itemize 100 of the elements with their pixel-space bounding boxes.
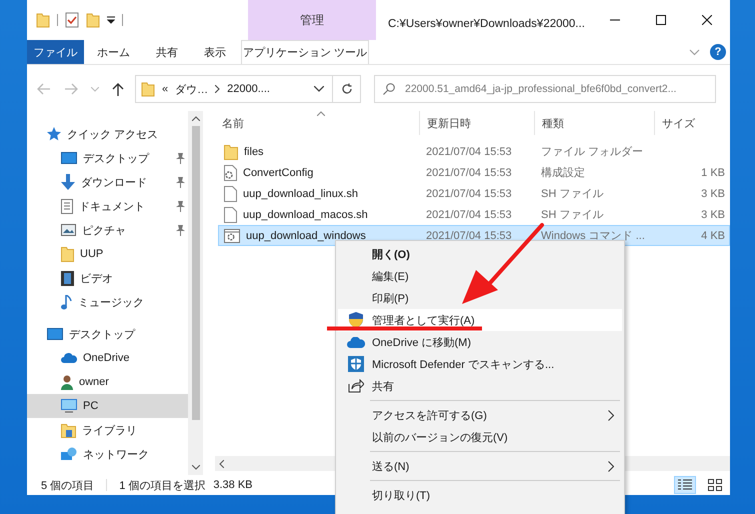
minimize-icon — [610, 19, 620, 21]
scroll-left-icon[interactable] — [219, 460, 224, 468]
chevron-down-icon[interactable] — [314, 86, 324, 92]
sidebar-item[interactable]: ミュージック — [27, 290, 188, 314]
sidebar-item[interactable]: UUP — [27, 242, 188, 266]
close-icon — [702, 15, 712, 25]
context-tab-group: 管理 — [248, 0, 376, 40]
file-name: ConvertConfig — [243, 166, 314, 178]
scroll-down-icon[interactable] — [192, 465, 200, 470]
file-name: files — [244, 146, 264, 158]
sidebar-item[interactable]: ダウンロード — [27, 170, 188, 194]
folder-icon — [224, 144, 238, 160]
file-date: 2021/07/04 15:53 — [425, 166, 513, 178]
menu-item[interactable]: 開く(O) — [338, 243, 622, 265]
sidebar-label: デスクトップ — [83, 152, 149, 166]
sidebar-item[interactable]: ビデオ — [27, 266, 188, 290]
column-header[interactable]: 名前 — [215, 111, 420, 135]
sidebar-label: OneDrive — [83, 352, 130, 364]
properties-icon[interactable] — [65, 12, 79, 28]
file-date: 2021/07/04 15:53 — [425, 146, 513, 158]
scroll-thumb[interactable] — [192, 126, 200, 420]
menu-item[interactable]: OneDrive に移動(M) — [338, 331, 622, 353]
details-view-icon — [678, 479, 692, 491]
sidebar-item[interactable]: PC — [27, 394, 188, 418]
sidebar-item[interactable]: ピクチャ — [27, 218, 188, 242]
monitor-icon — [61, 399, 77, 413]
film-icon — [61, 270, 74, 286]
file-size: 1 KB — [700, 166, 726, 178]
breadcrumb[interactable]: 22000.... — [227, 83, 270, 95]
gear-file-icon — [224, 164, 237, 180]
menu-item[interactable]: アクセスを許可する(G) — [338, 404, 622, 426]
ribbon-tab[interactable]: 共有 — [143, 40, 191, 64]
ribbon-tab[interactable]: 表示 — [191, 40, 239, 64]
library-icon — [61, 422, 76, 438]
overflow-crumb[interactable]: « — [162, 83, 168, 95]
menu-item[interactable]: 以前のバージョンの復元(V) — [338, 426, 622, 448]
ribbon-tab[interactable]: アプリケーション ツール — [241, 40, 369, 64]
file-date: 2021/07/04 15:53 — [425, 188, 513, 200]
file-name: uup_download_windows — [246, 230, 366, 242]
desktop-icon — [47, 328, 63, 340]
cloud-icon — [347, 336, 365, 348]
ribbon-tab[interactable]: ファイル — [27, 40, 84, 64]
up-arrow-icon[interactable] — [112, 82, 124, 96]
sidebar-item[interactable]: デスクトップ — [27, 146, 188, 170]
share-icon — [348, 379, 364, 393]
scroll-up-icon[interactable] — [192, 116, 200, 121]
menu-item[interactable]: 管理者として実行(A) — [338, 309, 622, 331]
file-type: ファイル フォルダー — [540, 145, 644, 159]
file-type: 構成設定 — [540, 166, 586, 180]
sidebar-item[interactable]: ネットワーク — [27, 442, 188, 466]
file-row[interactable]: uup_download_linux.sh 2021/07/04 15:53 SH ファイル 3 KB — [218, 183, 730, 204]
desktop-icon — [61, 152, 77, 164]
music-note-icon — [61, 294, 72, 310]
network-icon — [61, 447, 77, 461]
sidebar-label: クイック アクセス — [67, 128, 158, 142]
file-size: 3 KB — [700, 188, 726, 200]
file-row[interactable]: ConvertConfig 2021/07/04 15:53 構成設定 1 KB — [218, 162, 730, 183]
help-button[interactable]: ? — [710, 44, 726, 60]
picture-icon — [61, 224, 76, 236]
chevron-right-icon[interactable] — [215, 85, 220, 93]
file-size: 4 KB — [700, 230, 726, 242]
file-icon — [224, 186, 237, 202]
maximize-icon — [656, 15, 666, 25]
item-count: 5 個の項目 — [41, 478, 94, 492]
dropdown-icon[interactable] — [107, 16, 115, 24]
menu-item[interactable]: 編集(E) — [338, 265, 622, 287]
sidebar-label: owner — [79, 376, 109, 388]
scrollbar[interactable] — [188, 111, 203, 475]
sidebar-item[interactable]: OneDrive — [27, 346, 188, 370]
sidebar-item[interactable]: owner — [27, 370, 188, 394]
sidebar-item[interactable]: クイック アクセス — [27, 122, 188, 146]
column-header[interactable]: サイズ — [655, 111, 728, 135]
sidebar-item[interactable]: ライブラリ — [27, 418, 188, 442]
star-icon — [47, 127, 61, 141]
address-bar[interactable]: « ダウ… 22000.... — [135, 75, 333, 103]
menu-item[interactable]: 送る(N) — [338, 455, 622, 477]
user-icon — [61, 374, 73, 390]
file-size: 3 KB — [700, 208, 726, 220]
sidebar-item[interactable]: デスクトップ — [27, 322, 188, 346]
sidebar-item[interactable]: ドキュメント — [27, 194, 188, 218]
file-row[interactable]: files 2021/07/04 15:53 ファイル フォルダー — [218, 141, 730, 162]
refresh-button[interactable] — [333, 75, 361, 103]
menu-item[interactable]: 印刷(P) — [338, 287, 622, 309]
document-icon — [61, 198, 73, 214]
menu-item[interactable]: 切り取り(T) — [338, 484, 622, 506]
sidebar-label: ミュージック — [78, 296, 144, 310]
details-view-button[interactable] — [674, 476, 696, 494]
file-row[interactable]: uup_download_macos.sh 2021/07/04 15:53 SH ファイル 3 KB — [218, 204, 730, 225]
breadcrumb[interactable]: ダウ… — [175, 82, 208, 96]
file-name: uup_download_macos.sh — [243, 208, 368, 220]
file-date: 2021/07/04 15:53 — [425, 208, 513, 220]
search-field[interactable]: 22000.51_amd64_ja-jp_professional_bfe6f0bd_convert2... — [374, 75, 716, 103]
column-header[interactable]: 更新日時 — [420, 111, 535, 135]
menu-item[interactable]: 共有 — [338, 375, 622, 397]
file-name: uup_download_linux.sh — [243, 188, 358, 200]
sidebar-label: ライブラリ — [82, 424, 137, 438]
ribbon-tab[interactable]: ホーム — [84, 40, 143, 64]
menu-item[interactable]: Microsoft Defender でスキャンする... — [338, 353, 622, 375]
column-header[interactable]: 種類 — [535, 111, 655, 135]
file-icon — [224, 206, 237, 222]
